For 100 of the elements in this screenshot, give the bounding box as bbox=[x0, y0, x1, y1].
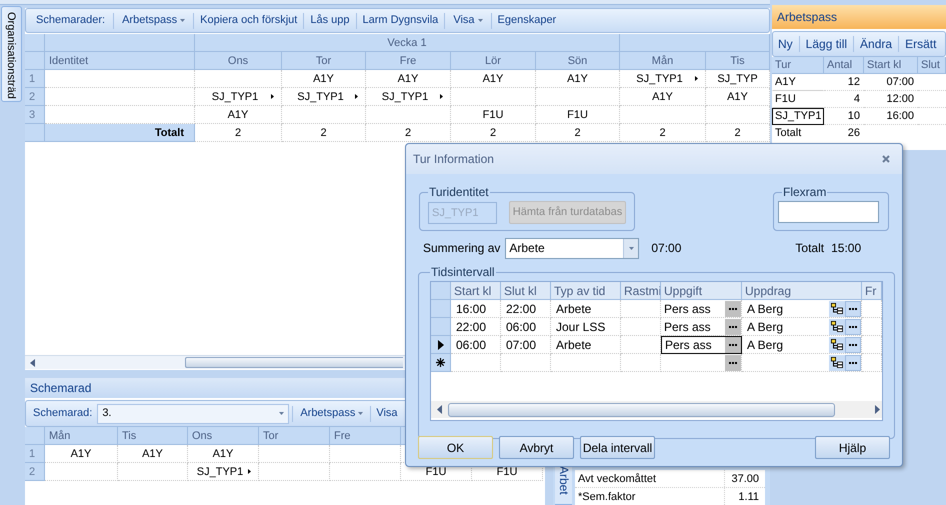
summary-dropdown[interactable]: Arbete bbox=[505, 238, 640, 258]
row-header[interactable] bbox=[431, 336, 451, 354]
ellipsis-button[interactable] bbox=[845, 336, 861, 352]
column-header[interactable]: Antal bbox=[824, 57, 864, 74]
tree-button[interactable] bbox=[829, 354, 845, 370]
stat-label: *Sem.faktor bbox=[575, 488, 725, 505]
column-header[interactable]: Tor bbox=[259, 427, 330, 445]
side-tab[interactable]: Organisationsträd bbox=[1, 6, 22, 102]
column-header[interactable]: Sön bbox=[536, 52, 620, 70]
caret-icon bbox=[478, 19, 483, 22]
column-group-header: Vecka 1 bbox=[195, 34, 620, 52]
side-tab[interactable]: Arbet bbox=[555, 464, 572, 505]
total-label: Totalt bbox=[774, 126, 802, 141]
table-cell: Jour LSS bbox=[551, 318, 621, 336]
toolbar-button[interactable]: Egenskaper bbox=[496, 12, 558, 29]
dialog-button[interactable]: OK bbox=[418, 436, 493, 459]
ellipsis-button[interactable] bbox=[845, 354, 861, 370]
dropdown-button[interactable]: Visa bbox=[449, 12, 487, 29]
scroll-right-icon[interactable] bbox=[875, 405, 880, 414]
column-header[interactable]: Start kl bbox=[864, 57, 918, 74]
row-header[interactable] bbox=[431, 354, 451, 372]
toolbar-button[interactable]: Lägg till bbox=[804, 35, 850, 53]
column-header[interactable]: Fre bbox=[366, 52, 451, 70]
table-cell: 10 bbox=[824, 108, 864, 125]
column-header[interactable]: Tur bbox=[772, 57, 824, 74]
column-header[interactable]: Ons bbox=[188, 427, 259, 445]
column-header[interactable]: Fre bbox=[330, 427, 401, 445]
scrollbar-thumb[interactable] bbox=[448, 402, 835, 416]
column-header[interactable]: Slut kl bbox=[501, 282, 551, 300]
ellipsis-button[interactable] bbox=[725, 300, 741, 316]
column-header[interactable]: Uppgift bbox=[661, 282, 742, 300]
toolbar-label: Schemarader: bbox=[35, 13, 106, 28]
toolbar-button[interactable]: Visa bbox=[374, 405, 400, 422]
column-header[interactable]: Typ av tid bbox=[551, 282, 621, 300]
dropdown-button[interactable]: Arbetspass bbox=[296, 405, 368, 422]
cell-text: Pers ass bbox=[664, 300, 711, 318]
column-header[interactable]: Tor bbox=[282, 52, 366, 70]
cell-text: A Berg bbox=[747, 318, 784, 336]
dialog-button[interactable]: Hjälp bbox=[815, 436, 890, 459]
scroll-left-icon[interactable] bbox=[437, 405, 442, 414]
column-header[interactable]: Tis bbox=[118, 427, 188, 445]
column-header[interactable]: Mån bbox=[620, 52, 706, 70]
scroll-left-icon[interactable] bbox=[30, 358, 35, 366]
row-header[interactable]: 1 bbox=[25, 70, 45, 88]
table-cell[interactable]: SJ_TYP1 bbox=[772, 108, 824, 125]
table-cell: A1Y bbox=[706, 88, 770, 106]
toolbar-button[interactable]: Lås upp bbox=[308, 12, 352, 29]
dialog-button[interactable]: Dela intervall bbox=[580, 436, 655, 459]
dropdown-button[interactable]: Arbetspass bbox=[118, 12, 190, 29]
tree-button[interactable] bbox=[829, 336, 845, 352]
caret-icon bbox=[358, 412, 364, 415]
table-cell[interactable]: A1Y bbox=[772, 74, 824, 91]
table-cell-text: SJ_TYP1 bbox=[196, 465, 244, 480]
caret-icon bbox=[180, 19, 186, 22]
column-header[interactable]: Identitet bbox=[45, 52, 195, 70]
column-header[interactable]: Slut bbox=[918, 57, 946, 74]
ellipsis-button[interactable] bbox=[725, 354, 741, 370]
toolbar-button[interactable]: Ändra bbox=[858, 35, 894, 53]
ellipsis-button[interactable] bbox=[845, 300, 861, 316]
row-combo[interactable]: 3. bbox=[97, 404, 290, 424]
column-header[interactable]: Lör bbox=[451, 52, 536, 70]
table-cell: A1Y bbox=[118, 445, 188, 463]
ellipsis-button[interactable] bbox=[845, 318, 861, 334]
ellipsis-button[interactable] bbox=[725, 318, 741, 334]
dialog-button[interactable]: Avbryt bbox=[499, 436, 574, 459]
row-header[interactable]: 2 bbox=[25, 463, 45, 481]
toolbar-button[interactable]: Kopiera och förskjut bbox=[198, 12, 300, 29]
table-cell: A1Y bbox=[451, 70, 536, 88]
row-header[interactable]: 1 bbox=[25, 445, 45, 463]
close-icon[interactable] bbox=[882, 155, 890, 163]
toolbar-button[interactable]: Ersätt bbox=[903, 35, 938, 53]
column-header[interactable]: Uppdrag bbox=[742, 282, 862, 300]
horizontal-scrollbar[interactable] bbox=[431, 401, 882, 418]
toolbar-button[interactable]: Larm Dygnsvila bbox=[360, 12, 440, 29]
row-header[interactable]: 2 bbox=[25, 88, 45, 106]
table-cell: 12 bbox=[824, 74, 864, 91]
table-cell-text: SJ_TYP1 bbox=[210, 90, 260, 105]
ellipsis-button[interactable] bbox=[725, 337, 741, 353]
column-header[interactable]: Start kl bbox=[451, 282, 501, 300]
column-header[interactable]: Ons bbox=[195, 52, 282, 70]
table-cell: A1Y bbox=[536, 70, 620, 88]
column-header[interactable]: Fr bbox=[862, 282, 882, 300]
table-cell: 22:00 bbox=[501, 300, 551, 318]
flexram-field[interactable] bbox=[778, 201, 879, 223]
caret-icon bbox=[628, 246, 634, 250]
tree-button[interactable] bbox=[829, 318, 845, 334]
total-value: 2 bbox=[282, 124, 366, 142]
dropdown-arrow-button[interactable] bbox=[623, 238, 638, 258]
total-value: 2 bbox=[195, 124, 282, 142]
table-cell: SJ_TYP bbox=[706, 70, 770, 88]
table-cell: 22:00 bbox=[451, 318, 501, 336]
row-header[interactable]: 3 bbox=[25, 106, 45, 124]
toolbar-button[interactable]: Ny bbox=[776, 35, 795, 53]
table-cell[interactable]: F1U bbox=[772, 91, 824, 108]
tree-icon bbox=[831, 321, 843, 332]
column-header[interactable]: Mån bbox=[45, 427, 118, 445]
current-row-icon bbox=[438, 340, 444, 350]
scrollbar-thumb[interactable] bbox=[185, 357, 403, 368]
tree-button[interactable] bbox=[829, 300, 845, 316]
column-header[interactable]: Tis bbox=[706, 52, 770, 70]
